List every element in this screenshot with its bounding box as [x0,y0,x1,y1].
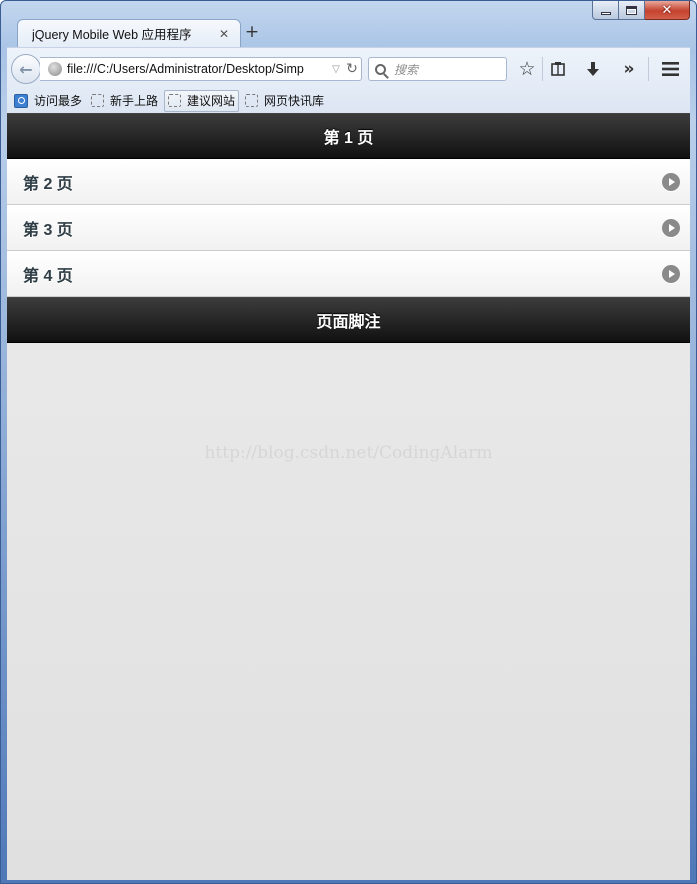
tab-close-icon[interactable]: ✕ [216,27,232,41]
back-button[interactable]: ← [11,54,41,84]
reading-list-icon[interactable] [546,57,570,81]
list-item-label: 第 4 页 [23,268,73,285]
list-item-label: 第 3 页 [23,222,73,239]
close-icon: ✕ [661,2,673,18]
page-title: 第 1 页 [323,130,374,147]
minimize-icon [600,11,611,15]
list-item-page-3[interactable]: 第 3 页 [7,205,690,251]
arrow-right-icon [662,219,680,237]
globe-icon [48,62,62,76]
toolbar-divider [648,57,649,81]
list-item-label: 第 2 页 [23,176,73,193]
watermark: http://blog.csdn.net/CodingAlarm [204,443,493,463]
minimize-button[interactable] [592,1,619,20]
window-caption-buttons: ✕ [592,1,690,21]
url-bar[interactable]: file:///C:/Users/Administrator/Desktop/S… [40,57,362,81]
overflow-icon[interactable]: » [617,57,641,81]
navigation-toolbar: ← file:///C:/Users/Administrator/Desktop… [7,47,690,88]
bookmark-label: 建议网站 [187,94,236,108]
bookmark-web-slices[interactable]: 网页快讯库 [242,90,327,112]
back-arrow-icon: ← [19,59,33,79]
bookmark-page-icon [168,94,182,107]
bookmarks-toolbar: 访问最多 新手上路 建议网站 网页快讯库 [7,88,690,113]
tab-title: jQuery Mobile Web 应用程序 [32,28,192,42]
reload-icon[interactable]: ↻ [343,61,361,77]
download-icon[interactable] [581,57,605,81]
list-item-page-2[interactable]: 第 2 页 [7,159,690,205]
bookmark-label: 访问最多 [34,94,83,108]
bookmark-label: 网页快讯库 [264,94,325,108]
toolbar-divider [542,57,543,81]
list-item-page-4[interactable]: 第 4 页 [7,251,690,297]
tab-active[interactable]: jQuery Mobile Web 应用程序 ✕ [17,19,241,47]
bookmark-page-icon [245,94,259,107]
maximize-icon [626,5,637,15]
browser-window: ✕ jQuery Mobile Web 应用程序 ✕ + ← file:///C… [0,0,697,884]
bookmark-suggested-sites[interactable]: 建议网站 [164,89,240,112]
bookmark-most-visited[interactable]: 访问最多 [11,90,85,112]
arrow-right-icon [662,265,680,283]
menu-icon[interactable] [658,57,682,81]
maximize-button[interactable] [619,1,645,20]
page-header: 第 1 页 [7,113,690,159]
url-text[interactable]: file:///C:/Users/Administrator/Desktop/S… [67,62,329,76]
close-window-button[interactable]: ✕ [645,1,690,20]
page-footer: 页面脚注 [7,297,690,343]
star-icon[interactable]: ☆ [515,57,539,81]
bookmark-page-icon [91,94,105,107]
dropdown-icon[interactable]: ▽ [329,64,343,75]
bookmark-folder-icon [14,93,28,108]
footer-title: 页面脚注 [316,314,381,331]
bookmark-label: 新手上路 [110,94,159,108]
search-placeholder: 搜索 [394,62,419,77]
page-content: 第 1 页 第 2 页 第 3 页 第 4 页 页面脚注 http://blog… [7,113,690,880]
bookmark-getting-started[interactable]: 新手上路 [88,90,161,112]
tab-strip: jQuery Mobile Web 应用程序 ✕ + [7,19,696,47]
new-tab-button[interactable]: + [243,23,261,41]
search-icon [375,63,386,75]
search-input[interactable]: 搜索 [368,57,507,81]
arrow-right-icon [662,173,680,191]
